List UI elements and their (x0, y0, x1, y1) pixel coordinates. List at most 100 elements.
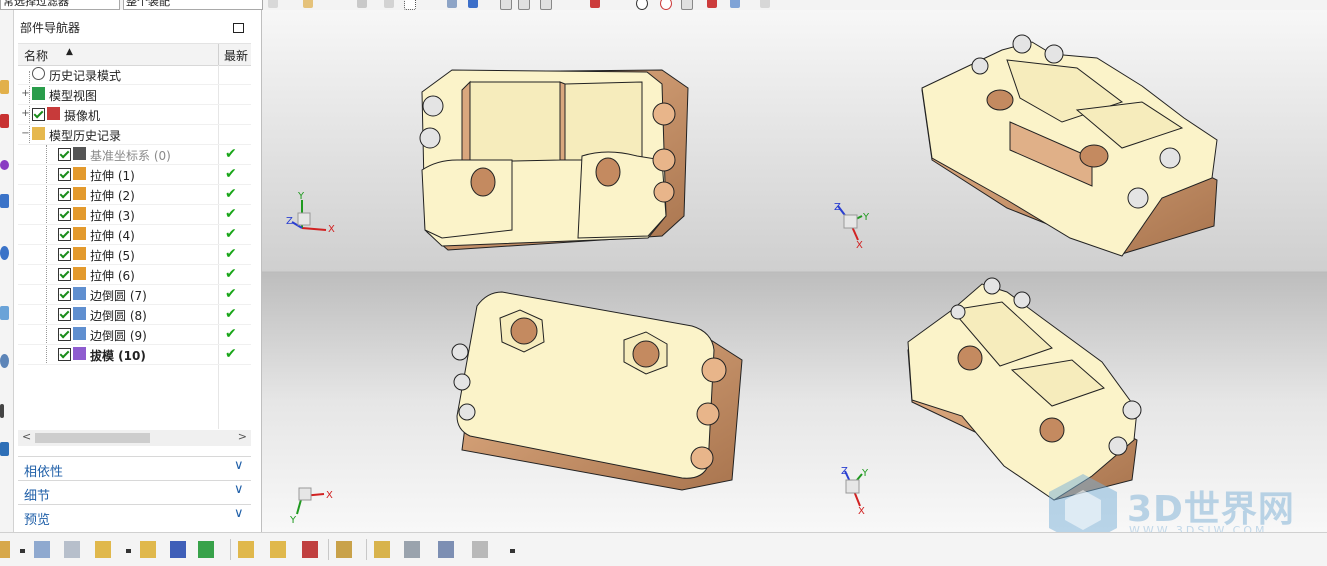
process-studio-icon[interactable] (0, 404, 4, 418)
create-new-icon[interactable] (64, 541, 80, 558)
scroll-thumb[interactable] (35, 433, 150, 443)
dropdown-arrow-icon[interactable] (510, 549, 515, 553)
visibility-checkbox[interactable] (58, 328, 71, 341)
tree-row[interactable]: + 模型视图 (18, 85, 251, 105)
visibility-checkbox[interactable] (58, 348, 71, 361)
filter-icon[interactable] (384, 0, 394, 8)
select-icon[interactable] (268, 0, 278, 8)
visibility-checkbox[interactable] (58, 248, 71, 261)
point-snap-icon[interactable] (500, 0, 512, 10)
collapse-icon[interactable]: − (21, 129, 30, 139)
column-name[interactable]: 名称 (24, 47, 48, 64)
rectangle-select-icon[interactable] (404, 0, 416, 10)
visibility-checkbox[interactable] (58, 288, 71, 301)
constraint-navigator-icon[interactable] (0, 114, 9, 128)
part-navigator-icon[interactable] (0, 160, 9, 170)
wave-link-icon[interactable] (374, 541, 390, 558)
sort-ascending-icon[interactable]: ▲ (66, 47, 73, 57)
view-orient-icon[interactable] (760, 0, 770, 8)
product-outline-icon[interactable] (472, 541, 488, 558)
scroll-right-icon[interactable]: > (238, 430, 247, 443)
exploded-view-icon[interactable] (336, 541, 352, 558)
maximize-icon[interactable] (233, 23, 244, 33)
roles-icon[interactable] (0, 442, 9, 456)
tree-row[interactable]: 边倒圆 (9) ✔ (18, 325, 251, 345)
graphics-canvas[interactable]: X Y Z X Y Z X Y X Y Z (262, 10, 1327, 532)
tree-row[interactable]: 拉伸 (4) ✔ (18, 225, 251, 245)
expand-icon[interactable]: + (21, 89, 30, 99)
arrangement-icon[interactable] (302, 541, 318, 558)
scroll-left-icon[interactable]: < (22, 430, 31, 443)
visibility-checkbox[interactable] (58, 308, 71, 321)
triad-x-label: X (858, 506, 865, 517)
tree-row[interactable]: 拉伸 (5) ✔ (18, 245, 251, 265)
circle-snap-icon[interactable] (636, 0, 648, 10)
column-separator[interactable] (218, 44, 219, 65)
section-details[interactable]: 细节 ∨ (18, 480, 251, 504)
selection-filter-select[interactable]: 常选择过滤器 (0, 0, 120, 10)
cube-view-icon[interactable] (447, 0, 457, 8)
column-latest[interactable]: 最新 (224, 47, 248, 64)
assembly-scope-select[interactable]: 整个装配 (123, 0, 263, 10)
section-preview[interactable]: 预览 ∨ (18, 504, 251, 528)
tree-row[interactable]: − 模型历史记录 (18, 125, 251, 145)
tree-row[interactable]: + 摄像机 (18, 105, 251, 125)
section-dependencies[interactable]: 相依性 ∨ (18, 456, 251, 480)
component-icon[interactable] (0, 541, 10, 558)
chevron-down-icon[interactable]: ∨ (234, 458, 244, 473)
up-to-date-check-icon: ✔ (225, 266, 237, 282)
visibility-checkbox[interactable] (58, 208, 71, 221)
visibility-checkbox[interactable] (58, 148, 71, 161)
move-component-icon[interactable] (140, 541, 156, 558)
constraint-icon[interactable] (198, 541, 214, 558)
interpart-link-icon[interactable] (404, 541, 420, 558)
expand-icon[interactable]: + (21, 109, 30, 119)
endpoint-snap-icon[interactable] (540, 0, 552, 10)
system-materials-icon[interactable] (0, 354, 9, 368)
shaded-view-icon[interactable] (468, 0, 478, 8)
assembly-sequence-icon[interactable] (438, 541, 454, 558)
reuse-library-icon[interactable] (0, 194, 9, 208)
tree-row[interactable]: 拉伸 (1) ✔ (18, 165, 251, 185)
undo-icon[interactable] (303, 0, 313, 8)
tree-row[interactable]: 拉伸 (2) ✔ (18, 185, 251, 205)
folder-open-icon (32, 127, 45, 140)
model-front-view[interactable] (419, 69, 689, 251)
pattern-component-icon[interactable] (238, 541, 254, 558)
visibility-checkbox[interactable] (58, 268, 71, 281)
snap-icon[interactable] (357, 0, 367, 8)
visibility-checkbox[interactable] (58, 188, 71, 201)
quadrant-snap-icon[interactable] (660, 0, 672, 10)
chevron-down-icon[interactable]: ∨ (234, 482, 244, 497)
tree-row[interactable]: 基准坐标系 (0) ✔ (18, 145, 251, 165)
pole-snap-icon[interactable] (707, 0, 717, 8)
history-icon[interactable] (0, 306, 9, 320)
mirror-assembly-icon[interactable] (170, 541, 186, 558)
dropdown-arrow-icon[interactable] (20, 549, 25, 553)
tree-row[interactable]: 拉伸 (6) ✔ (18, 265, 251, 285)
triad-x-label: X (856, 240, 863, 251)
visibility-checkbox[interactable] (58, 228, 71, 241)
horizontal-scrollbar[interactable]: < > (18, 430, 251, 446)
tree-row[interactable]: 拉伸 (3) ✔ (18, 205, 251, 225)
tree-row[interactable]: 拔模 (10) ✔ (18, 345, 251, 365)
assembly-navigator-icon[interactable] (0, 80, 9, 94)
dropdown-arrow-icon[interactable] (126, 549, 131, 553)
intersection-snap-icon[interactable] (681, 0, 693, 10)
chevron-down-icon[interactable]: ∨ (234, 506, 244, 521)
tree-row-label: 基准坐标系 (0) (90, 149, 171, 163)
curve-snap-icon[interactable] (730, 0, 740, 8)
toolbar-separator (366, 539, 367, 560)
tree-row[interactable]: 历史记录模式 (18, 65, 251, 85)
tree-row[interactable]: 边倒圆 (8) ✔ (18, 305, 251, 325)
visibility-checkbox[interactable] (32, 108, 45, 121)
midpoint-snap-icon[interactable] (590, 0, 600, 8)
graphics-window[interactable]: X Y Z X Y Z X Y X Y Z (262, 10, 1327, 532)
tree-row[interactable]: 边倒圆 (7) ✔ (18, 285, 251, 305)
replace-component-icon[interactable] (270, 541, 286, 558)
line-snap-icon[interactable] (518, 0, 530, 10)
add-component-icon[interactable] (95, 541, 111, 558)
web-browser-icon[interactable] (0, 246, 9, 260)
new-component-icon[interactable] (34, 541, 50, 558)
visibility-checkbox[interactable] (58, 168, 71, 181)
